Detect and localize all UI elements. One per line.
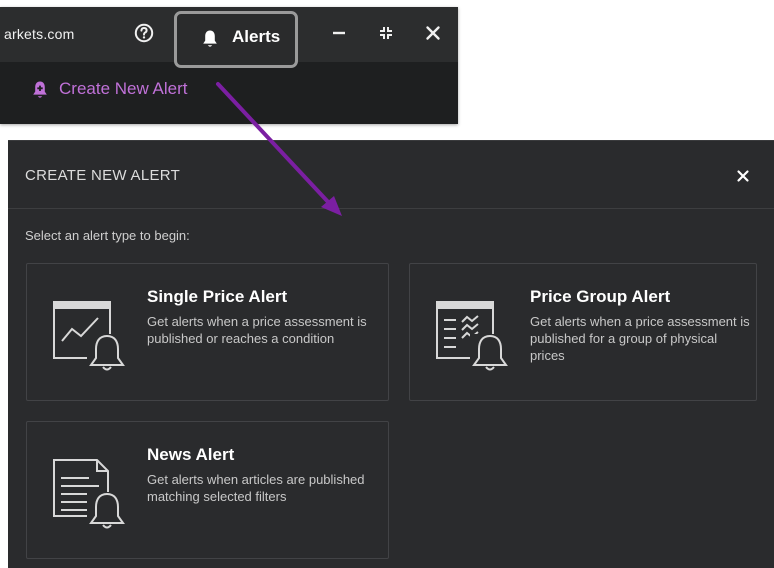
news-alert-card[interactable]: News Alert Get alerts when articles are …	[26, 421, 389, 559]
list-chart-bell-icon	[436, 301, 510, 372]
create-new-alert-label: Create New Alert	[59, 79, 188, 98]
card-description: Get alerts when a price assessment is pu…	[530, 314, 750, 363]
instruction-text: Select an alert type to begin:	[25, 228, 190, 243]
panel-title: CREATE NEW ALERT	[25, 167, 181, 184]
close-icon[interactable]	[424, 24, 442, 42]
card-title: Price Group Alert	[530, 287, 671, 306]
bell-icon	[203, 30, 217, 47]
create-new-alert-item[interactable]: Create New Alert	[0, 71, 458, 117]
toolbar-snippet: arkets.com Alerts Create New Alert	[0, 7, 458, 124]
create-alert-panel: CREATE NEW ALERT Select an alert type to…	[8, 140, 774, 568]
alerts-label: Alerts	[232, 27, 281, 46]
document-bell-icon	[53, 459, 127, 530]
card-description: Get alerts when a price assessment is pu…	[147, 314, 367, 346]
bell-plus-icon	[33, 81, 47, 98]
card-title: News Alert	[147, 445, 235, 464]
close-icon[interactable]	[735, 168, 751, 184]
card-title: Single Price Alert	[147, 287, 288, 306]
minimize-icon[interactable]	[330, 24, 348, 42]
single-price-alert-card[interactable]: Single Price Alert Get alerts when a pri…	[26, 263, 389, 401]
help-icon[interactable]	[134, 23, 154, 43]
collapse-icon[interactable]	[377, 24, 395, 42]
chart-bell-icon	[53, 301, 127, 372]
top-bar: arkets.com Alerts	[0, 7, 458, 68]
panel-header: CREATE NEW ALERT	[8, 141, 774, 209]
card-description: Get alerts when articles are published m…	[147, 472, 365, 504]
price-group-alert-card[interactable]: Price Group Alert Get alerts when a pric…	[409, 263, 757, 401]
alerts-button[interactable]: Alerts	[174, 11, 298, 68]
site-name[interactable]: arkets.com	[4, 26, 74, 42]
